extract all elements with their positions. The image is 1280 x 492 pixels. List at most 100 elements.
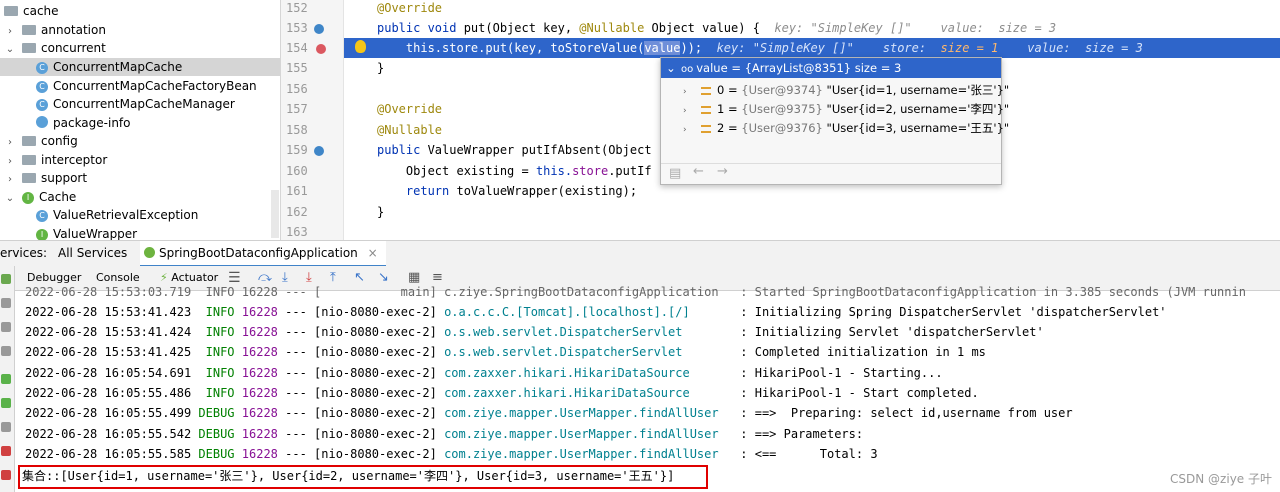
services-bar: ervices: All Services SpringBootDataconf… (0, 240, 1280, 268)
tree-item-interceptor[interactable]: › interceptor (4, 151, 107, 169)
highlight-box (18, 465, 708, 489)
code-line-159: public ValueWrapper putIfAbsent(Object (377, 143, 652, 157)
interface-icon: I (22, 192, 34, 204)
log-line: 2022-06-28 16:05:54.691 INFO 16228 --- [… (25, 366, 943, 380)
tree-item-support[interactable]: › support (4, 169, 87, 187)
popup-row[interactable]: › 0 = {User@9374} "User{id=1, username='张… (661, 81, 1009, 100)
log-line: 2022-06-28 15:53:41.425 INFO 16228 --- [… (25, 345, 986, 359)
chevron-down-icon[interactable]: ⌄ (4, 41, 16, 59)
popup-header[interactable]: ⌄ oo value = {ArrayList@8351} size = 3 (661, 58, 1001, 78)
list-item-icon (701, 87, 711, 95)
popup-row[interactable]: › 2 = {User@9376} "User{id=3, username='王… (661, 119, 1009, 138)
expand-icon[interactable] (1, 322, 11, 332)
stop-icon[interactable] (1, 446, 11, 456)
forward-arrow-icon[interactable]: → (717, 164, 728, 179)
settings-icon[interactable] (1, 298, 11, 308)
folder-icon (22, 155, 36, 165)
spring-boot-icon (144, 247, 155, 258)
override-marker-icon[interactable] (314, 146, 324, 156)
debug-value-popup[interactable]: ⌄ oo value = {ArrayList@8351} size = 3 › 0 … (660, 57, 1009, 185)
class-icon: C (36, 62, 48, 74)
code-line-161: return toValueWrapper(existing); (377, 184, 638, 198)
log-line: 2022-06-28 15:53:41.423 INFO 16228 --- [… (25, 305, 1167, 319)
pause-icon[interactable] (1, 422, 11, 432)
tree-item-concurrent[interactable]: ⌄ concurrent (4, 39, 106, 57)
rerun-icon[interactable] (1, 274, 11, 284)
code-line-152: @Override (377, 1, 443, 15)
line-number: 160 (286, 164, 308, 178)
resume-icon[interactable] (1, 374, 11, 384)
code-line-155: } (377, 61, 385, 75)
debug-icon[interactable] (1, 398, 11, 408)
tree-item-concurrentmapcachefactorybean[interactable]: C ConcurrentMapCacheFactoryBean (36, 77, 257, 95)
back-arrow-icon[interactable]: ← (693, 164, 704, 179)
line-number: 163 (286, 225, 308, 239)
override-marker-icon[interactable] (314, 24, 324, 34)
tree-item-concurrentmapcache[interactable]: C ConcurrentMapCache (0, 58, 280, 76)
popup-row[interactable]: › 1 = {User@9375} "User{id=2, username='李… (661, 100, 1009, 119)
code-line-157: @Override (377, 102, 443, 116)
folder-icon (22, 173, 36, 183)
log-line: 2022-06-28 16:05:55.486 INFO 16228 --- [… (25, 386, 979, 400)
log-line: 2022-06-28 16:05:55.585 DEBUG 16228 --- … (25, 447, 878, 461)
selected-variable: value (644, 41, 681, 55)
code-line-160: Object existing = this.store.putIf (377, 164, 652, 178)
log-line: 2022-06-28 15:53:41.424 INFO 16228 --- [… (25, 325, 1044, 339)
line-number: 158 (286, 123, 308, 137)
inline-debug-hint: key: "SimpleKey []" value: size = 3 (774, 21, 1057, 35)
chevron-right-icon[interactable]: › (4, 171, 16, 189)
tree-item-package-info[interactable]: package-info (36, 114, 131, 132)
class-icon: C (36, 81, 48, 93)
code-line-162: } (377, 205, 385, 219)
breakpoint-icon[interactable] (316, 44, 326, 54)
watch-glasses-icon: oo (681, 64, 694, 75)
interface-icon: I (36, 229, 48, 240)
chevron-right-icon[interactable]: › (683, 121, 693, 140)
changed-value-hint: size = 1 (933, 41, 999, 55)
services-label: ervices: (0, 246, 48, 260)
log-line: 2022-06-28 16:05:55.499 DEBUG 16228 --- … (25, 406, 1073, 420)
line-number: 153 (286, 21, 308, 35)
close-icon[interactable]: × (368, 246, 378, 260)
line-number: 162 (286, 205, 308, 219)
tree-item-valuewrapper[interactable]: I ValueWrapper (36, 225, 137, 240)
log-line: 2022-06-28 16:05:55.542 DEBUG 16228 --- … (25, 427, 871, 441)
folder-icon (22, 43, 36, 53)
popup-footer: ▤ ← → (661, 163, 1001, 184)
tree-scrollbar[interactable] (271, 190, 279, 238)
tree-item-valueretrievalexception[interactable]: C ValueRetrievalException (36, 206, 198, 224)
line-number: 159 (286, 143, 308, 157)
code-line-153: public void put(Object key, @Nullable Ob… (377, 21, 1057, 35)
project-tree: cache › annotation ⌄ concurrent C Concurren… (0, 0, 281, 240)
list-item-icon (701, 125, 711, 133)
mute-breakpoints-icon[interactable] (1, 470, 11, 480)
folder-icon (22, 25, 36, 35)
chevron-right-icon[interactable]: › (4, 134, 16, 152)
wrench-icon[interactable] (1, 346, 11, 356)
inline-debug-hint: key: "SimpleKey []" store: (716, 41, 934, 55)
chevron-down-icon[interactable]: ⌄ (4, 190, 16, 208)
tree-item-annotation[interactable]: › annotation (4, 21, 106, 39)
code-line-154-current: this.store.put(key, toStoreValue(value))… (344, 38, 1280, 58)
tree-item-config[interactable]: › config (4, 132, 78, 150)
lightbulb-icon[interactable] (355, 40, 366, 53)
list-item-icon (701, 106, 711, 114)
code-line-158: @Nullable (377, 123, 443, 137)
log-line: 2022-06-28 15:53:03.719 INFO 16228 --- [… (25, 285, 1246, 299)
watermark: CSDN @ziye 子叶 (1170, 472, 1272, 486)
line-number: 152 (286, 1, 308, 15)
chevron-down-icon[interactable]: ⌄ (661, 58, 681, 78)
class-icon: C (36, 99, 48, 111)
class-icon: C (36, 210, 48, 222)
tree-item-cache-interface[interactable]: ⌄ I Cache (4, 188, 76, 206)
line-number: 161 (286, 184, 308, 198)
line-number: 157 (286, 102, 308, 116)
all-services-tab[interactable]: All Services (58, 241, 127, 266)
folder-icon (22, 136, 36, 146)
line-number: 155 (286, 61, 308, 75)
popup-pin-icon[interactable]: ▤ (669, 166, 681, 181)
tab-springbootdataconfigapplication[interactable]: SpringBootDataconfigApplication × (140, 241, 386, 268)
tree-item-concurrentmapcachemanager[interactable]: C ConcurrentMapCacheManager (36, 95, 235, 113)
tree-item-cache[interactable]: cache (4, 2, 59, 20)
line-number: 154 (286, 41, 308, 55)
